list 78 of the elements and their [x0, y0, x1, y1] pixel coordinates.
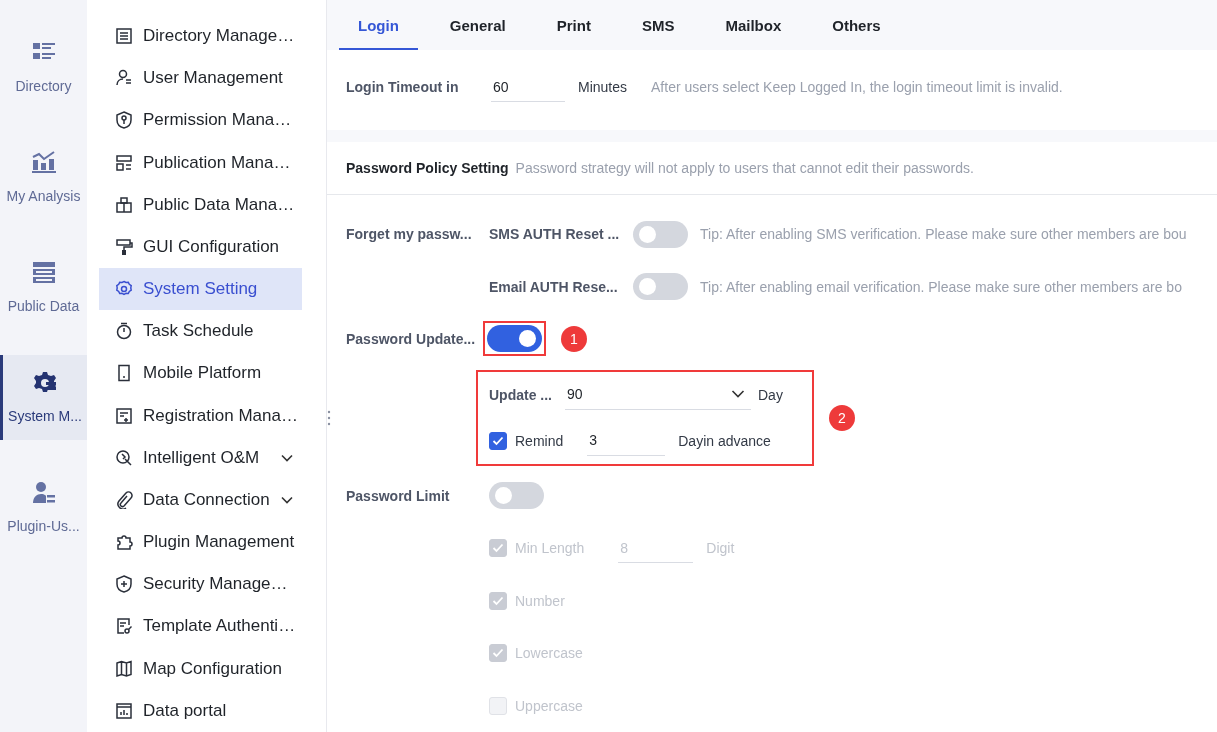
phone-icon: [115, 364, 133, 383]
rail-item[interactable]: System M...: [0, 355, 87, 440]
menu-item[interactable]: Security Manage…: [99, 563, 302, 606]
toggle-switch[interactable]: [633, 220, 688, 248]
menu-item[interactable]: Task Schedule: [99, 310, 302, 353]
menu-item[interactable]: Publication Mana…: [99, 141, 302, 184]
drag-handle-icon: [327, 410, 331, 426]
annotation-badge: 1: [561, 326, 587, 353]
tab[interactable]: Login: [339, 0, 418, 50]
toggle-switch[interactable]: [489, 482, 544, 510]
chart-icon: [115, 701, 133, 720]
hint-text: Password strategy will not apply to users that cannot edit their passwords.: [515, 160, 974, 176]
menu-item[interactable]: Data portal: [99, 689, 302, 732]
paperclip-icon: [115, 490, 133, 509]
menu-item[interactable]: Mobile Platform: [99, 352, 302, 395]
checkbox-label: Uppercase: [515, 697, 583, 714]
dropdown-field[interactable]: 90: [565, 379, 751, 410]
field-label: Forget my passw...: [346, 226, 472, 243]
annotation-badge: 2: [829, 404, 855, 431]
rail-item[interactable]: Plugin-Us...: [0, 465, 87, 550]
menu-item[interactable]: Plugin Management: [99, 521, 302, 564]
menu-item[interactable]: Template Authenti…: [99, 605, 302, 648]
tab[interactable]: SMS: [622, 0, 694, 50]
menu-item[interactable]: Directory Manage…: [99, 15, 302, 58]
user-icon: [115, 69, 133, 88]
shield-icon: [115, 111, 133, 130]
menu-item[interactable]: GUI Configuration: [99, 225, 302, 269]
rail-item[interactable]: My Analysis: [0, 135, 87, 220]
field-label: Login Timeout in: [346, 79, 460, 95]
toggle-switch[interactable]: [633, 273, 688, 301]
rail-item[interactable]: Directory: [0, 25, 87, 110]
brush-icon: [115, 237, 133, 256]
tab[interactable]: Others: [813, 0, 900, 50]
unit-label: Day: [758, 386, 783, 403]
menu-item[interactable]: User Management: [99, 57, 302, 100]
tab[interactable]: Mailbox: [706, 0, 801, 50]
shield-icon: [115, 575, 133, 594]
box-icon: [115, 195, 133, 214]
field-label: Update ...: [489, 386, 553, 403]
field-label: Password Limit: [346, 487, 450, 504]
puzzle-icon: [115, 533, 133, 552]
rail-item[interactable]: Public Data: [0, 245, 87, 330]
list-icon: [115, 27, 133, 46]
menu-item[interactable]: Registration Mana…: [99, 394, 302, 437]
menu-item[interactable]: Intelligent O&M: [99, 436, 302, 479]
input-field[interactable]: 60: [491, 72, 565, 102]
field-label: Password Update...: [346, 331, 476, 348]
menu-item[interactable]: Permission Mana…: [99, 99, 302, 142]
server-icon: [31, 261, 56, 284]
menu-item[interactable]: Public Data Mana…: [99, 183, 302, 226]
bar-chart-icon: [31, 151, 56, 174]
checkbox-label: Number: [515, 592, 565, 609]
tip-text: Tip: After enabling email verification. Please make sure other members are bo: [700, 278, 1182, 295]
checkbox[interactable]: [489, 431, 507, 450]
checkbox-label: Remind: [515, 432, 564, 449]
input-field[interactable]: 3: [587, 425, 666, 456]
gear-icon: [33, 371, 57, 394]
menu-item[interactable]: Data Connection: [99, 478, 302, 522]
document-icon: [115, 617, 133, 636]
menu-item[interactable]: System Setting: [99, 268, 302, 311]
hint-text: After users select Keep Logged In, the login timeout limit is invalid.: [651, 79, 1063, 95]
field-label: SMS AUTH Reset ...: [489, 226, 621, 243]
section-title: Password Policy Setting: [346, 160, 509, 176]
checkbox-label: Lowercase: [515, 645, 583, 662]
timer-icon: [115, 322, 133, 341]
layout-icon: [115, 153, 133, 172]
unit-label: Minutes: [578, 79, 628, 95]
tip-text: Tip: After enabling SMS verification. Please make sure other members are bou: [700, 226, 1187, 243]
checkbox-label: Min Length: [515, 540, 585, 557]
form-icon: [115, 406, 133, 425]
menu-item[interactable]: Map Configuration: [99, 647, 302, 690]
tab[interactable]: Print: [537, 0, 610, 50]
map-icon: [115, 659, 133, 678]
field-label: Email AUTH Rese...: [489, 278, 619, 295]
unit-label: Digit: [706, 540, 735, 557]
unit-label: Dayin advance: [678, 432, 771, 449]
user-icon: [31, 481, 56, 504]
tab[interactable]: General: [430, 0, 525, 50]
